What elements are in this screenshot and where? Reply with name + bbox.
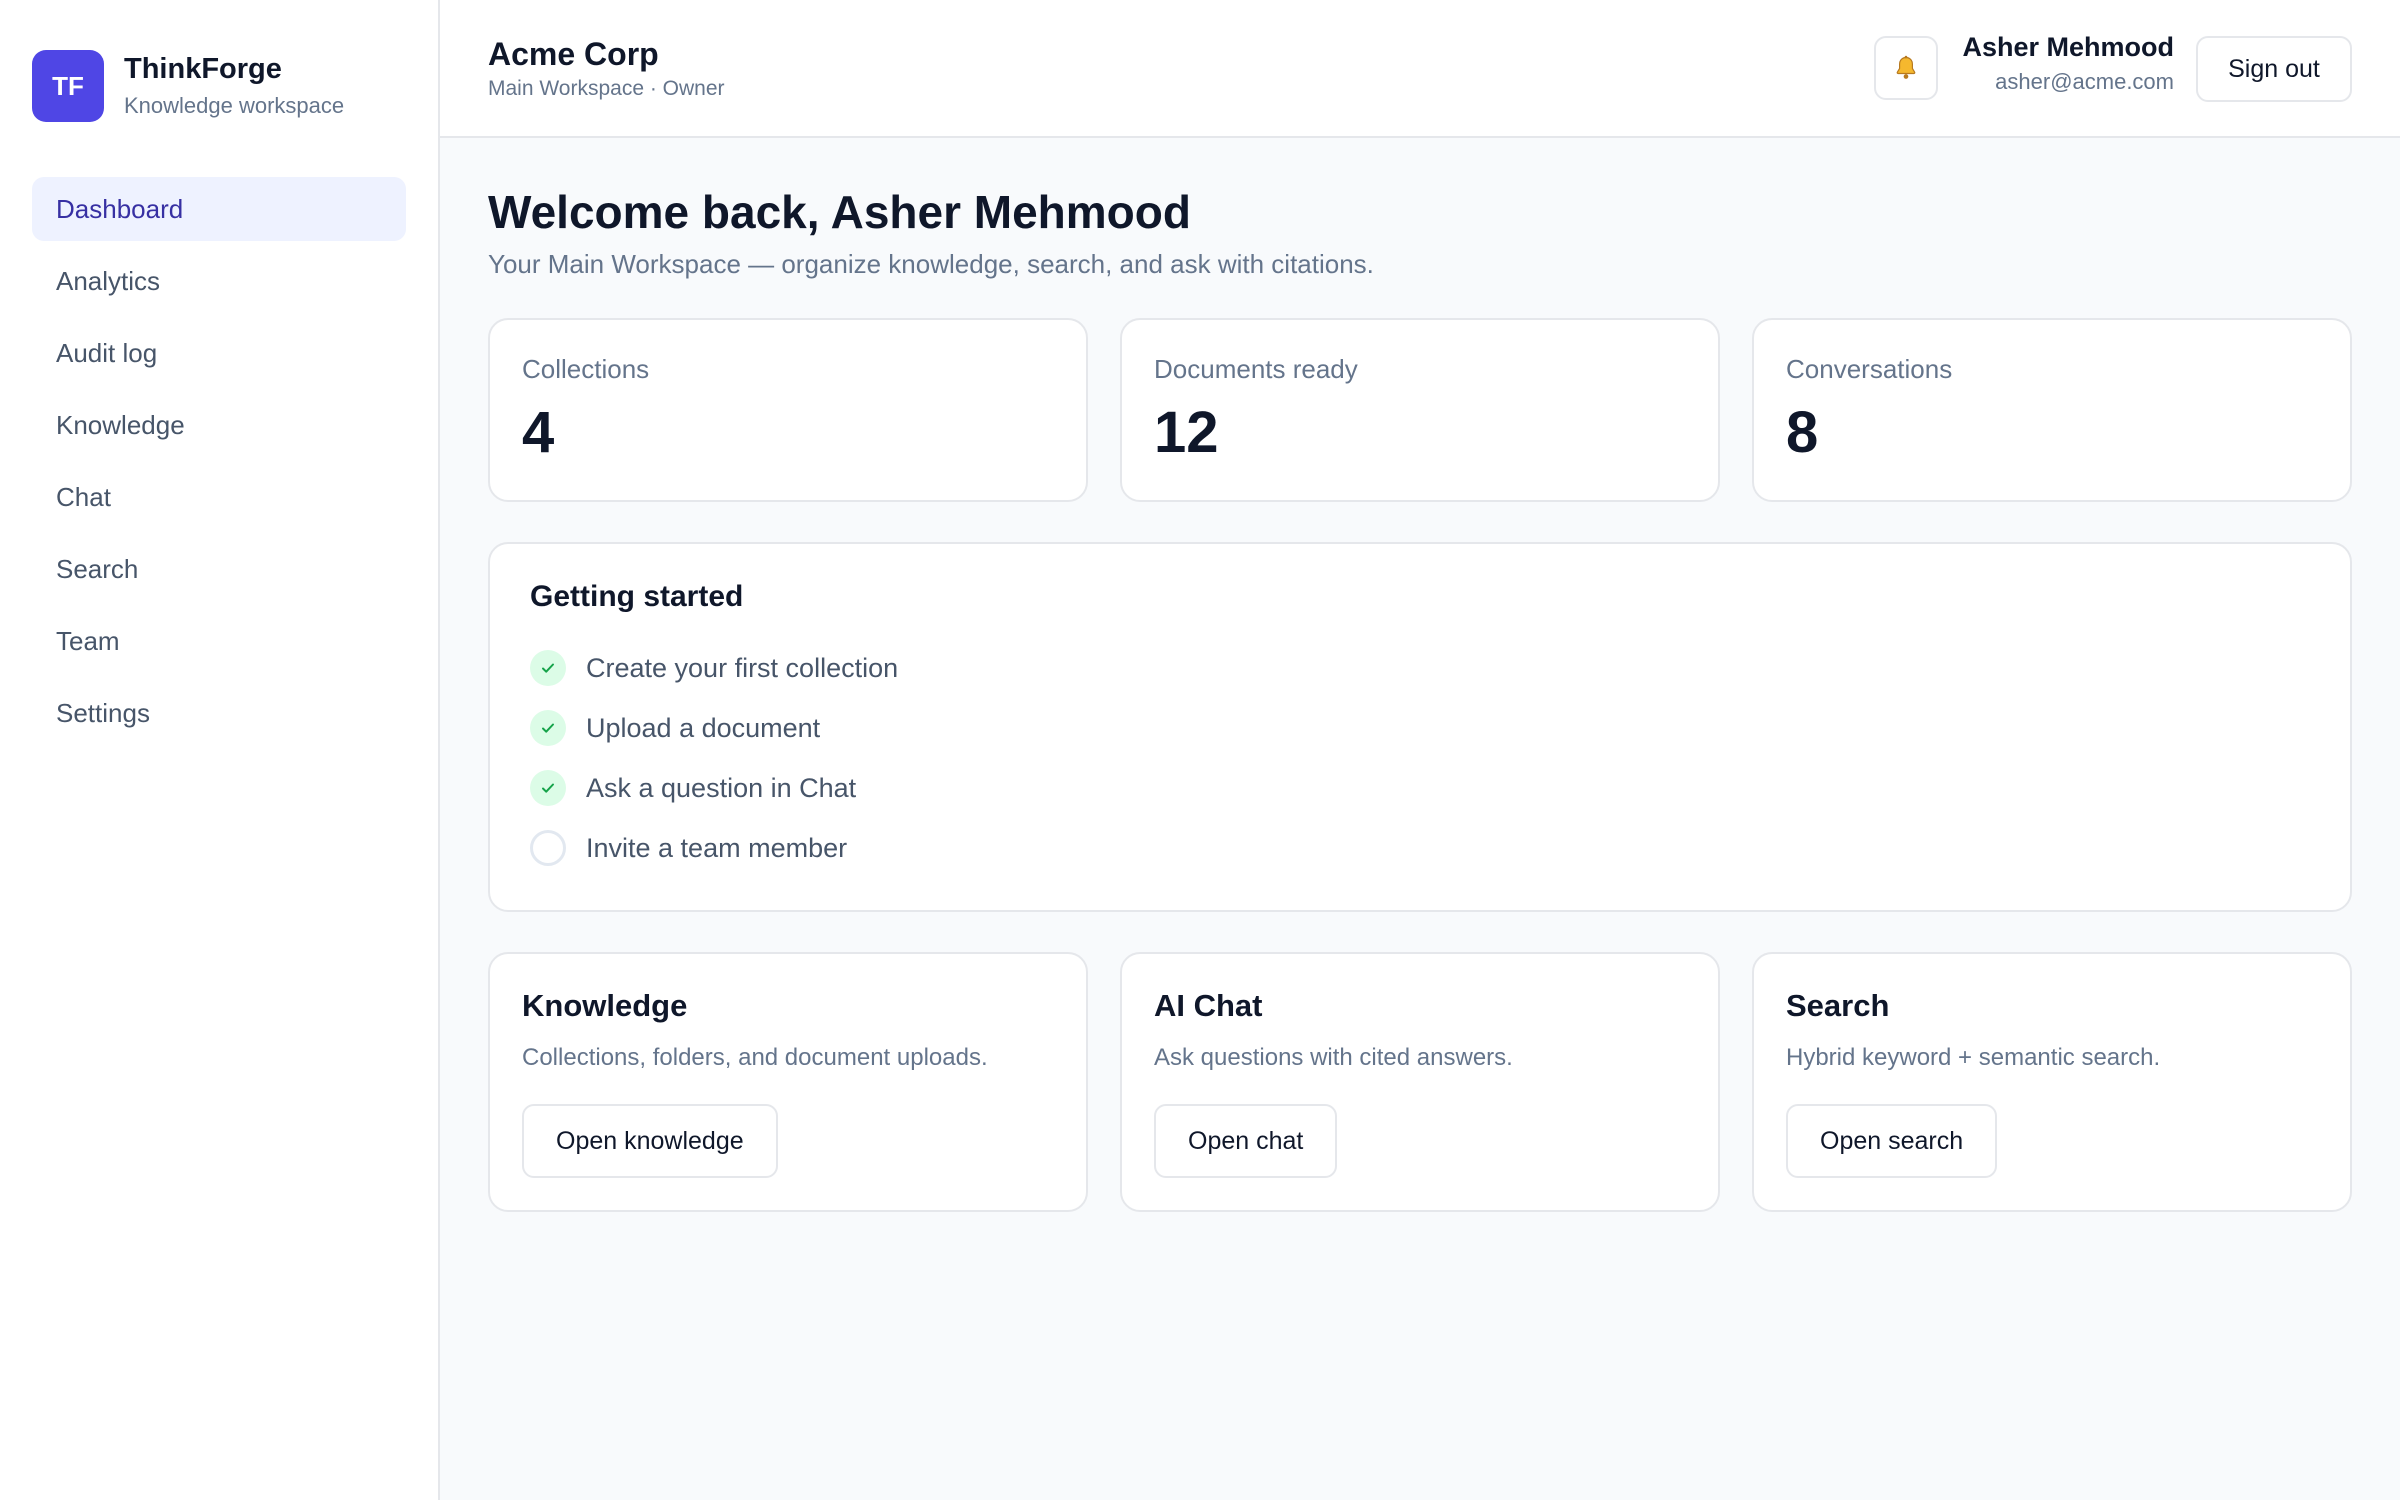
sidebar-item-label: Audit log xyxy=(56,337,158,368)
module-description: Ask questions with cited answers. xyxy=(1154,1044,1513,1071)
module-description: Hybrid keyword + semantic search. xyxy=(1786,1044,2161,1071)
stat-card-collections: Collections 4 xyxy=(488,318,1088,502)
sidebar-item-label: Analytics xyxy=(56,265,161,296)
check-circle-icon xyxy=(530,710,566,746)
checklist-item-label: Ask a question in Chat xyxy=(586,772,857,803)
notifications-button[interactable] xyxy=(1874,36,1938,100)
getting-started-card: Getting started Create your first collec… xyxy=(488,542,2352,912)
checklist-item[interactable]: Create your first collection xyxy=(530,648,898,688)
sidebar-item-label: Search xyxy=(56,553,139,584)
user-email: asher@acme.com xyxy=(1995,69,2174,94)
check-circle-icon xyxy=(530,770,566,806)
stat-value: 4 xyxy=(522,400,555,465)
brand[interactable]: TF ThinkForge Knowledge workspace xyxy=(32,50,344,122)
stat-card-documents: Documents ready 12 xyxy=(1120,318,1720,502)
getting-started-title: Getting started xyxy=(530,580,744,613)
checklist-item[interactable]: Upload a document xyxy=(530,708,898,748)
user-info: Asher Mehmood asher@acme.com xyxy=(1962,30,2174,96)
sidebar-item-label: Settings xyxy=(56,697,150,728)
stat-label: Documents ready xyxy=(1154,354,1358,384)
open-chat-button[interactable]: Open chat xyxy=(1154,1104,1338,1178)
module-card-knowledge: Knowledge Collections, folders, and docu… xyxy=(488,952,1088,1212)
stat-label: Conversations xyxy=(1786,354,1953,384)
org-name: Acme Corp xyxy=(488,36,659,72)
sidebar-item-settings[interactable]: Settings xyxy=(32,681,406,745)
sidebar: TF ThinkForge Knowledge workspace Dashbo… xyxy=(0,0,440,1500)
brand-subtitle: Knowledge workspace xyxy=(124,93,345,118)
workspace-role: Main Workspace · Owner xyxy=(488,77,725,100)
brand-name: ThinkForge xyxy=(124,53,282,85)
open-search-button[interactable]: Open search xyxy=(1786,1104,1998,1178)
module-title: Knowledge xyxy=(522,988,688,1023)
stat-card-conversations: Conversations 8 xyxy=(1752,318,2352,502)
stat-value: 12 xyxy=(1154,400,1219,465)
sidebar-item-knowledge[interactable]: Knowledge xyxy=(32,393,406,457)
empty-circle-icon xyxy=(530,830,566,866)
top-header: Acme Corp Main Workspace · Owner Asher M… xyxy=(440,0,2400,138)
sidebar-item-analytics[interactable]: Analytics xyxy=(32,249,406,313)
check-circle-icon xyxy=(530,650,566,686)
sidebar-item-audit-log[interactable]: Audit log xyxy=(32,321,406,385)
checklist-item[interactable]: Invite a team member xyxy=(530,828,898,868)
sidebar-item-label: Knowledge xyxy=(56,409,185,440)
sidebar-item-label: Dashboard xyxy=(56,193,184,224)
sidebar-item-label: Team xyxy=(56,625,120,656)
sidebar-item-label: Chat xyxy=(56,481,111,512)
page-subtitle: Your Main Workspace — organize knowledge… xyxy=(488,249,1374,279)
module-title: Search xyxy=(1786,988,1890,1023)
org-info: Acme Corp Main Workspace · Owner xyxy=(488,34,725,102)
stat-label: Collections xyxy=(522,354,650,384)
checklist-item-label: Upload a document xyxy=(586,712,821,743)
brand-logo: TF xyxy=(32,50,104,122)
module-card-ai-chat: AI Chat Ask questions with cited answers… xyxy=(1120,952,1720,1212)
stat-value: 8 xyxy=(1786,400,1819,465)
checklist: Create your first collection Upload a do… xyxy=(530,648,898,888)
module-card-search: Search Hybrid keyword + semantic search.… xyxy=(1752,952,2352,1212)
sign-out-button[interactable]: Sign out xyxy=(2196,36,2352,102)
user-name: Asher Mehmood xyxy=(1962,32,2174,62)
sidebar-item-dashboard[interactable]: Dashboard xyxy=(32,177,406,241)
module-description: Collections, folders, and document uploa… xyxy=(522,1044,988,1071)
brand-text: ThinkForge Knowledge workspace xyxy=(124,52,344,120)
module-title: AI Chat xyxy=(1154,988,1263,1023)
sidebar-nav: Dashboard Analytics Audit log Knowledge … xyxy=(32,177,406,753)
page-title: Welcome back, Asher Mehmood xyxy=(488,186,1191,238)
sidebar-item-search[interactable]: Search xyxy=(32,537,406,601)
checklist-item-label: Invite a team member xyxy=(586,832,848,863)
checklist-item-label: Create your first collection xyxy=(586,652,899,683)
bell-icon xyxy=(1896,55,1916,79)
checklist-item[interactable]: Ask a question in Chat xyxy=(530,768,898,808)
sidebar-item-chat[interactable]: Chat xyxy=(32,465,406,529)
sidebar-item-team[interactable]: Team xyxy=(32,609,406,673)
open-knowledge-button[interactable]: Open knowledge xyxy=(522,1104,778,1178)
